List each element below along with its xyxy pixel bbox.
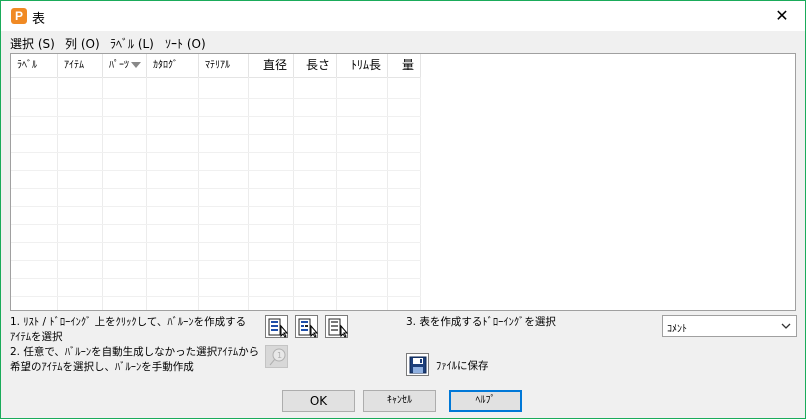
- menu-column[interactable]: 列 (O): [65, 35, 100, 52]
- list-clear-icon: [328, 318, 348, 338]
- row-line: [11, 170, 421, 171]
- cancel-button[interactable]: ｷｬﾝｾﾙ: [363, 390, 436, 412]
- drawing-target-value: ｺﾒﾝﾄ: [667, 324, 687, 335]
- row-line: [11, 152, 421, 153]
- menu-bar: 選択 (S) 列 (O) ﾗﾍﾞﾙ (L) ｿｰﾄ (O): [1, 32, 805, 52]
- column-header-label[interactable]: ﾗﾍﾞﾙ: [11, 54, 58, 77]
- row-line: [11, 296, 421, 297]
- column-divider: [57, 77, 58, 310]
- header-divider: [11, 77, 421, 78]
- menu-sort[interactable]: ｿｰﾄ (O): [165, 35, 206, 52]
- save-to-file-button[interactable]: [406, 353, 429, 376]
- column-divider: [336, 77, 337, 310]
- column-header-parts[interactable]: ﾊﾟｰﾂ: [103, 54, 147, 77]
- select-missing-balloons-button[interactable]: [295, 315, 318, 338]
- column-header-length[interactable]: 長さ: [294, 54, 337, 77]
- instruction-step2-line1: 2. 任意で、ﾊﾞﾙｰﾝを自動生成しなかった選択ｱｲﾃﾑから: [10, 346, 260, 358]
- instruction-step3: 3. 表を作成するﾄﾞﾛｰｲﾝｸﾞを選択: [406, 316, 556, 328]
- svg-text:1: 1: [277, 351, 282, 360]
- column-header-trim-length[interactable]: ﾄﾘﾑ長: [337, 54, 388, 77]
- row-line: [11, 260, 421, 261]
- save-to-file-label: ﾌｧｲﾙに保存: [436, 360, 489, 372]
- row-line: [11, 188, 421, 189]
- column-header-diameter[interactable]: 直径: [249, 54, 294, 77]
- balloon-icon: 1: [269, 348, 286, 366]
- menu-label[interactable]: ﾗﾍﾞﾙ (L): [110, 35, 154, 52]
- row-line: [11, 224, 421, 225]
- bom-table[interactable]: ﾗﾍﾞﾙ ｱｲﾃﾑ ﾊﾟｰﾂ ｶﾀﾛｸﾞ ﾏﾃﾘｱﾙ 直径 長さ ﾄﾘﾑ長 量: [10, 53, 796, 311]
- column-header-quantity[interactable]: 量: [388, 54, 421, 77]
- clear-selection-button[interactable]: [325, 315, 348, 338]
- row-line: [11, 242, 421, 243]
- chevron-down-icon: [781, 323, 791, 329]
- row-line: [11, 134, 421, 135]
- row-line: [11, 206, 421, 207]
- drawing-target-select[interactable]: ｺﾒﾝﾄ: [662, 315, 797, 337]
- row-line: [11, 116, 421, 117]
- column-divider: [146, 77, 147, 310]
- row-line: [11, 98, 421, 99]
- instruction-step1-line2: ｱｲﾃﾑを選択: [10, 331, 63, 343]
- title-bar: P 表 ✕: [1, 1, 805, 31]
- sort-down-icon: [131, 62, 141, 68]
- save-disk-icon: [409, 356, 427, 374]
- column-header-parts-label: ﾊﾟｰﾂ: [109, 60, 129, 71]
- app-logo-icon: P: [11, 8, 27, 24]
- instruction-step2-line2: 希望のｱｲﾃﾑを選択し、ﾊﾞﾙｰﾝを手動作成: [10, 361, 194, 373]
- table-dialog: P 表 ✕ 選択 (S) 列 (O) ﾗﾍﾞﾙ (L) ｿｰﾄ (O) ﾗﾍﾞﾙ…: [0, 0, 806, 419]
- ok-button[interactable]: OK: [282, 390, 355, 412]
- select-all-balloons-button[interactable]: [265, 315, 288, 338]
- help-button[interactable]: ﾍﾙﾌﾟ: [449, 390, 522, 412]
- row-line: [11, 278, 421, 279]
- column-header-catalog[interactable]: ｶﾀﾛｸﾞ: [147, 54, 199, 77]
- column-divider: [198, 77, 199, 310]
- column-header-material[interactable]: ﾏﾃﾘｱﾙ: [199, 54, 249, 77]
- manual-balloon-button[interactable]: 1: [265, 345, 288, 368]
- column-divider: [420, 77, 421, 310]
- instruction-step1-line1: 1. ﾘｽﾄ / ﾄﾞﾛｰｲﾝｸﾞ 上をｸﾘｯｸして、ﾊﾞﾙｰﾝを作成する: [10, 316, 247, 328]
- menu-select[interactable]: 選択 (S): [10, 35, 55, 52]
- close-button[interactable]: ✕: [759, 1, 805, 31]
- list-select-diff-icon: [298, 318, 318, 338]
- column-divider: [293, 77, 294, 310]
- column-divider: [387, 77, 388, 310]
- list-select-all-icon: [268, 318, 288, 338]
- column-divider: [248, 77, 249, 310]
- column-header-item[interactable]: ｱｲﾃﾑ: [58, 54, 103, 77]
- window-title: 表: [32, 12, 46, 27]
- column-divider: [102, 77, 103, 310]
